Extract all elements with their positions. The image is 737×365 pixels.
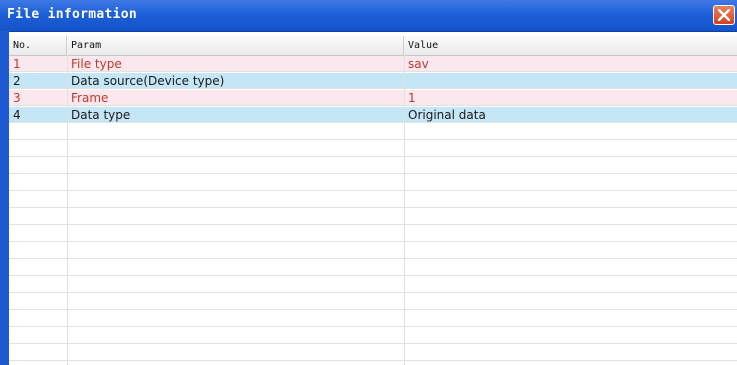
cell-value xyxy=(404,73,737,89)
cell-param: File type xyxy=(71,57,122,71)
empty-row[interactable] xyxy=(9,345,737,361)
cell-no: 2 xyxy=(13,74,21,88)
cell-param: Data type xyxy=(71,108,131,122)
header-value[interactable]: Value xyxy=(404,36,737,55)
table-row[interactable]: 3 Frame 1 xyxy=(9,90,737,106)
title-bar[interactable]: File information xyxy=(0,0,737,32)
empty-row[interactable] xyxy=(9,175,737,191)
empty-row[interactable] xyxy=(9,141,737,157)
column-divider xyxy=(67,55,68,365)
table-row[interactable]: 2 Data source(Device type) xyxy=(9,73,737,89)
window-left-frame xyxy=(0,31,9,365)
cell-param: Data source(Device type) xyxy=(71,74,225,88)
empty-row[interactable] xyxy=(9,311,737,327)
cell-value: sav xyxy=(408,57,429,71)
table-row[interactable]: 1 File type sav xyxy=(9,56,737,72)
empty-row[interactable] xyxy=(9,124,737,140)
empty-row[interactable] xyxy=(9,260,737,276)
header-no[interactable]: No. xyxy=(9,36,67,55)
empty-row[interactable] xyxy=(9,328,737,344)
table-row[interactable]: 4 Data type Original data xyxy=(9,107,737,123)
empty-row[interactable] xyxy=(9,192,737,208)
header-param[interactable]: Param xyxy=(67,36,404,55)
empty-row[interactable] xyxy=(9,243,737,259)
empty-row[interactable] xyxy=(9,294,737,310)
empty-row[interactable] xyxy=(9,277,737,293)
table-header: No. Param Value xyxy=(9,36,737,56)
window-title: File information xyxy=(7,7,138,22)
cell-no: 3 xyxy=(13,91,21,105)
cell-no: 4 xyxy=(13,108,21,122)
file-info-table: No. Param Value 1 File type sav 2 Data sourc… xyxy=(9,36,737,365)
close-icon xyxy=(718,9,730,21)
close-button[interactable] xyxy=(713,5,735,25)
empty-row[interactable] xyxy=(9,209,737,225)
column-divider xyxy=(404,55,405,365)
empty-row[interactable] xyxy=(9,226,737,242)
cell-value: Original data xyxy=(408,108,486,122)
cell-param: Frame xyxy=(71,91,109,105)
cell-value: 1 xyxy=(408,91,416,105)
file-information-window: File information No. Param Value 1 File t… xyxy=(0,0,737,365)
cell-no: 1 xyxy=(13,57,21,71)
empty-row[interactable] xyxy=(9,158,737,174)
